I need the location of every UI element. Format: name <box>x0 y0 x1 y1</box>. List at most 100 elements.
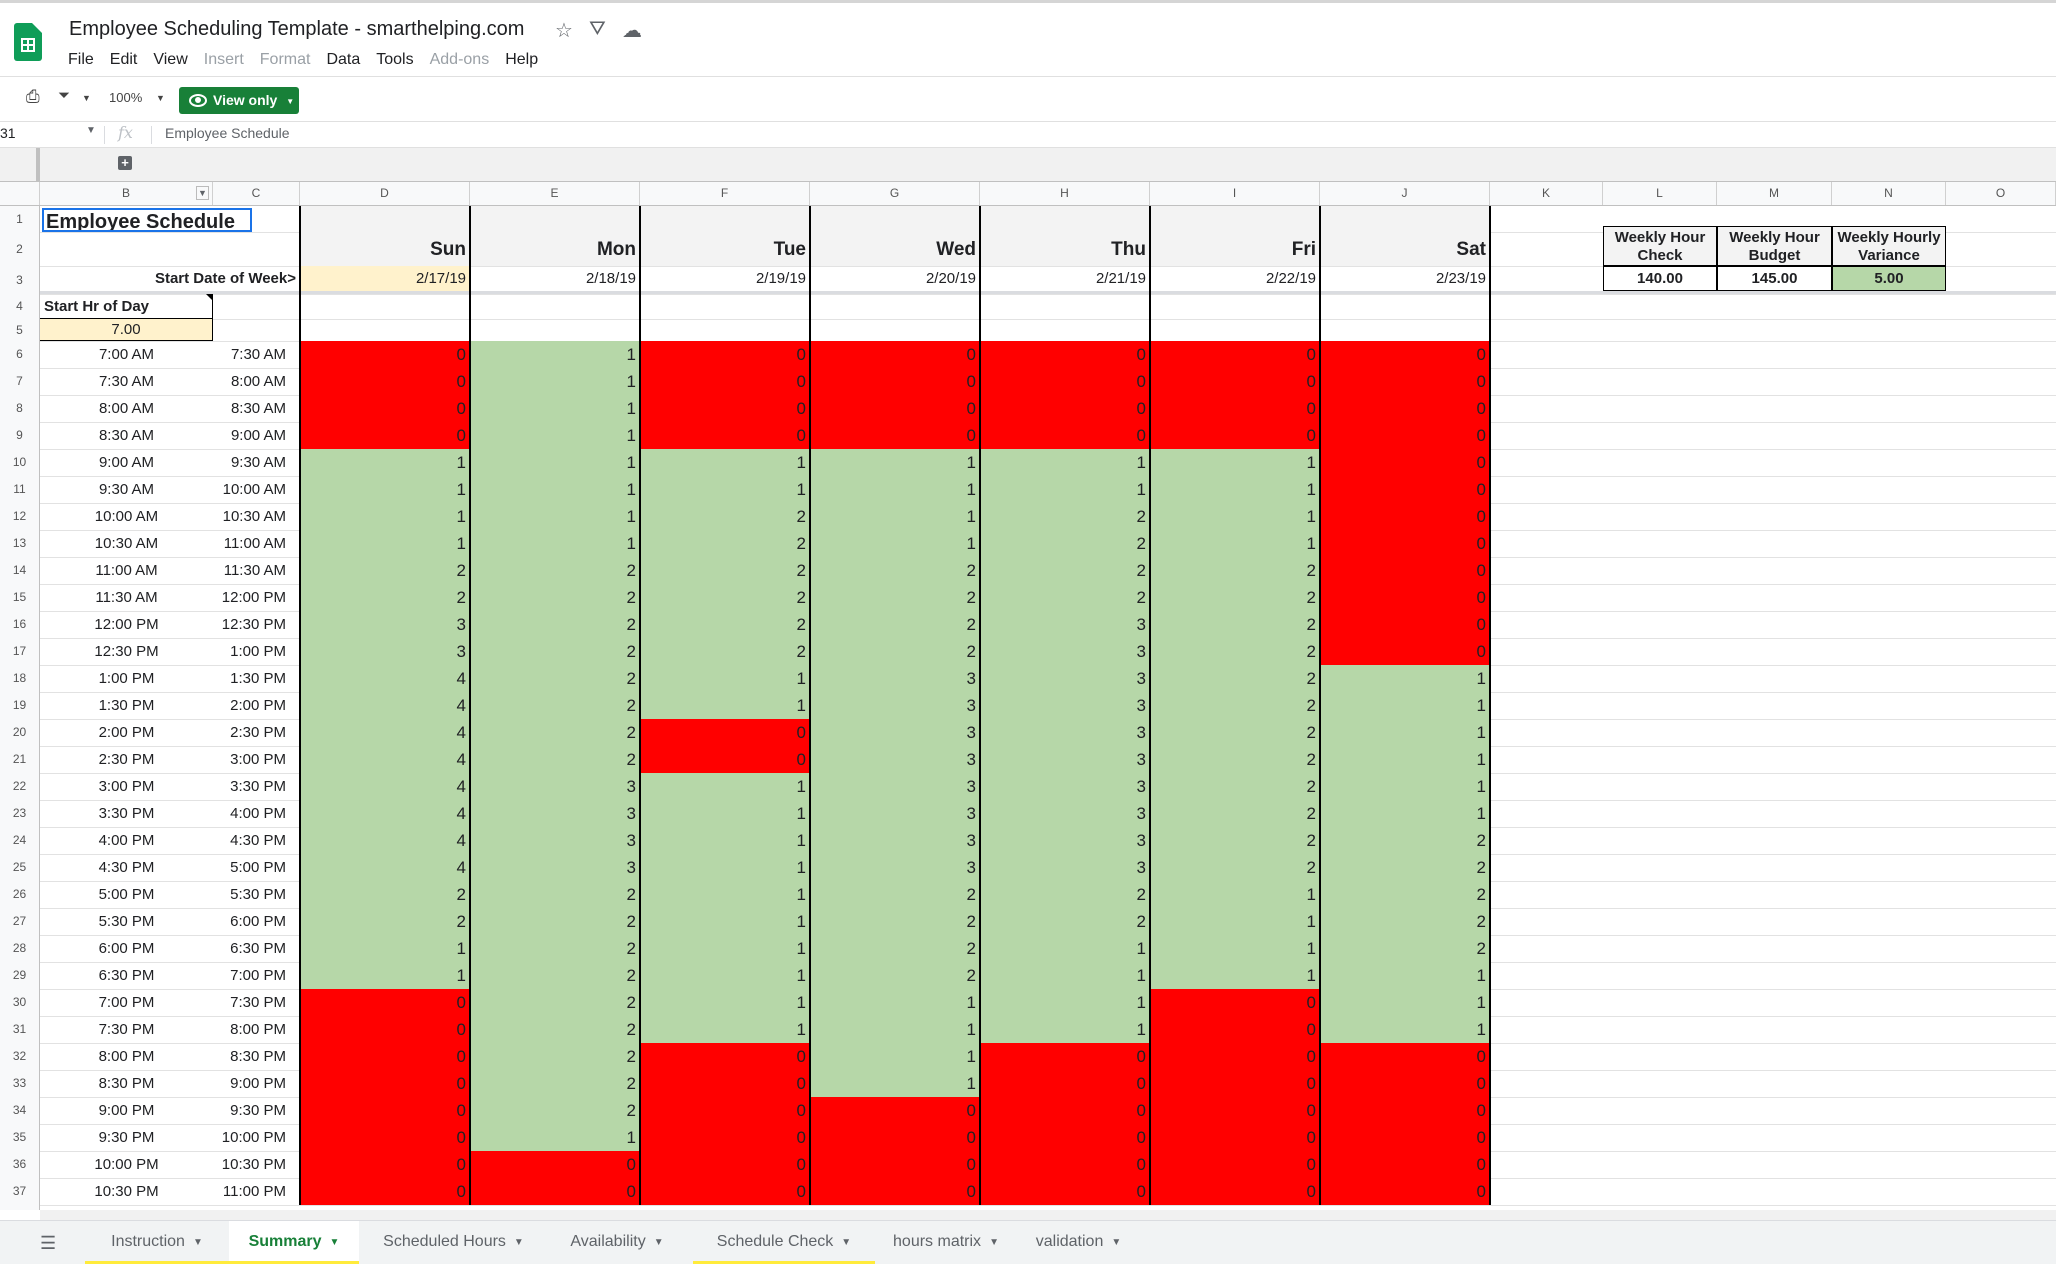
staff-count-cell[interactable]: 2 <box>1320 935 1490 962</box>
staff-count-cell[interactable]: 0 <box>1320 368 1490 395</box>
staff-count-cell[interactable]: 2 <box>640 611 810 638</box>
staff-count-cell[interactable]: 0 <box>1320 1043 1490 1070</box>
staff-count-cell[interactable]: 4 <box>300 746 470 773</box>
menu-edit[interactable]: Edit <box>110 51 138 68</box>
staff-count-cell[interactable]: 0 <box>640 422 810 449</box>
staff-count-cell[interactable]: 0 <box>980 368 1150 395</box>
staff-count-cell[interactable]: 1 <box>640 449 810 476</box>
staff-count-cell[interactable]: 2 <box>470 935 640 962</box>
staff-count-cell[interactable]: 2 <box>810 935 980 962</box>
freeze-handle[interactable] <box>36 148 40 182</box>
menu-tools[interactable]: Tools <box>376 51 413 68</box>
staff-count-cell[interactable]: 3 <box>980 746 1150 773</box>
menu-addons[interactable]: Add-ons <box>430 51 490 68</box>
staff-count-cell[interactable]: 1 <box>980 962 1150 989</box>
row-header-19[interactable]: 19 <box>0 692 39 719</box>
staff-count-cell[interactable]: 3 <box>980 854 1150 881</box>
staff-count-cell[interactable]: 1 <box>640 935 810 962</box>
column-header-d[interactable]: D <box>300 182 470 205</box>
staff-count-cell[interactable]: 0 <box>1150 395 1320 422</box>
staff-count-cell[interactable]: 2 <box>1150 557 1320 584</box>
staff-count-cell[interactable]: 0 <box>810 1178 980 1205</box>
staff-count-cell[interactable]: 0 <box>1150 1178 1320 1205</box>
staff-count-cell[interactable]: 2 <box>300 557 470 584</box>
staff-count-cell[interactable]: 1 <box>1150 962 1320 989</box>
row-header-20[interactable]: 20 <box>0 719 39 746</box>
staff-count-cell[interactable]: 4 <box>300 800 470 827</box>
star-icon[interactable]: ☆ <box>555 18 573 43</box>
staff-count-cell[interactable]: 0 <box>300 422 470 449</box>
staff-count-cell[interactable]: 2 <box>470 584 640 611</box>
filter-icon[interactable]: ⏷ <box>58 87 70 104</box>
staff-count-cell[interactable]: 0 <box>1150 1016 1320 1043</box>
staff-count-cell[interactable]: 0 <box>640 1070 810 1097</box>
row-header-9[interactable]: 9 <box>0 422 39 449</box>
row-header-25[interactable]: 25 <box>0 854 39 881</box>
staff-count-cell[interactable]: 1 <box>980 449 1150 476</box>
staff-count-cell[interactable]: 0 <box>810 1097 980 1124</box>
staff-count-cell[interactable]: 1 <box>470 368 640 395</box>
staff-count-cell[interactable]: 1 <box>1320 746 1490 773</box>
staff-count-cell[interactable]: 1 <box>300 476 470 503</box>
staff-count-cell[interactable]: 0 <box>1320 611 1490 638</box>
staff-count-cell[interactable]: 4 <box>300 665 470 692</box>
staff-count-cell[interactable]: 3 <box>810 827 980 854</box>
staff-count-cell[interactable]: 0 <box>980 395 1150 422</box>
staff-count-cell[interactable]: 2 <box>1320 908 1490 935</box>
staff-count-cell[interactable]: 0 <box>640 1124 810 1151</box>
print-icon[interactable]: ⎙ <box>26 87 40 107</box>
row-header-26[interactable]: 26 <box>0 881 39 908</box>
staff-count-cell[interactable]: 2 <box>810 611 980 638</box>
staff-count-cell[interactable]: 3 <box>810 719 980 746</box>
staff-count-cell[interactable]: 3 <box>810 746 980 773</box>
sheet-grid[interactable]: Employee Schedule Sun 2/17/19 Mon 2/18/19 Tue… <box>40 206 2056 1210</box>
staff-count-cell[interactable]: 2 <box>470 557 640 584</box>
staff-count-cell[interactable]: 4 <box>300 773 470 800</box>
staff-count-cell[interactable]: 2 <box>640 557 810 584</box>
staff-count-cell[interactable]: 2 <box>470 719 640 746</box>
staff-count-cell[interactable]: 1 <box>640 800 810 827</box>
staff-count-cell[interactable]: 1 <box>1320 962 1490 989</box>
staff-count-cell[interactable]: 2 <box>1150 773 1320 800</box>
staff-count-cell[interactable]: 0 <box>300 1124 470 1151</box>
staff-count-cell[interactable]: 1 <box>470 449 640 476</box>
sheet-tab-summary[interactable]: Summary ▼ <box>229 1221 359 1264</box>
staff-count-cell[interactable]: 1 <box>1320 800 1490 827</box>
staff-count-cell[interactable]: 1 <box>300 935 470 962</box>
staff-count-cell[interactable]: 3 <box>470 854 640 881</box>
staff-count-cell[interactable]: 1 <box>1150 476 1320 503</box>
staff-count-cell[interactable]: 2 <box>640 584 810 611</box>
staff-count-cell[interactable]: 0 <box>1320 1070 1490 1097</box>
row-header-29[interactable]: 29 <box>0 962 39 989</box>
staff-count-cell[interactable]: 0 <box>300 1097 470 1124</box>
staff-count-cell[interactable]: 2 <box>470 611 640 638</box>
staff-count-cell[interactable]: 2 <box>470 881 640 908</box>
staff-count-cell[interactable]: 0 <box>640 1043 810 1070</box>
sheet-tab-hours-matrix[interactable]: hours matrix ▼ <box>878 1221 1014 1264</box>
staff-count-cell[interactable]: 0 <box>1150 368 1320 395</box>
summary-value-1[interactable]: 145.00 <box>1717 266 1832 291</box>
staff-count-cell[interactable]: 3 <box>980 773 1150 800</box>
staff-count-cell[interactable]: 1 <box>640 827 810 854</box>
row-header-32[interactable]: 32 <box>0 1043 39 1070</box>
staff-count-cell[interactable]: 0 <box>980 1043 1150 1070</box>
staff-count-cell[interactable]: 0 <box>810 422 980 449</box>
staff-count-cell[interactable]: 3 <box>810 854 980 881</box>
staff-count-cell[interactable]: 2 <box>980 881 1150 908</box>
column-header-i[interactable]: I <box>1150 182 1320 205</box>
document-title[interactable]: Employee Scheduling Template - smarthelp… <box>69 18 524 41</box>
column-header-o[interactable]: O <box>1946 182 2056 205</box>
staff-count-cell[interactable]: 2 <box>810 908 980 935</box>
staff-count-cell[interactable]: 1 <box>810 989 980 1016</box>
staff-count-cell[interactable]: 0 <box>1150 1124 1320 1151</box>
staff-count-cell[interactable]: 1 <box>1150 935 1320 962</box>
staff-count-cell[interactable]: 3 <box>980 692 1150 719</box>
staff-count-cell[interactable]: 1 <box>810 1070 980 1097</box>
staff-count-cell[interactable]: 2 <box>810 962 980 989</box>
staff-count-cell[interactable]: 2 <box>980 557 1150 584</box>
column-header-m[interactable]: M <box>1717 182 1832 205</box>
staff-count-cell[interactable]: 2 <box>470 638 640 665</box>
staff-count-cell[interactable]: 0 <box>300 1178 470 1205</box>
staff-count-cell[interactable]: 3 <box>980 719 1150 746</box>
staff-count-cell[interactable]: 2 <box>300 584 470 611</box>
